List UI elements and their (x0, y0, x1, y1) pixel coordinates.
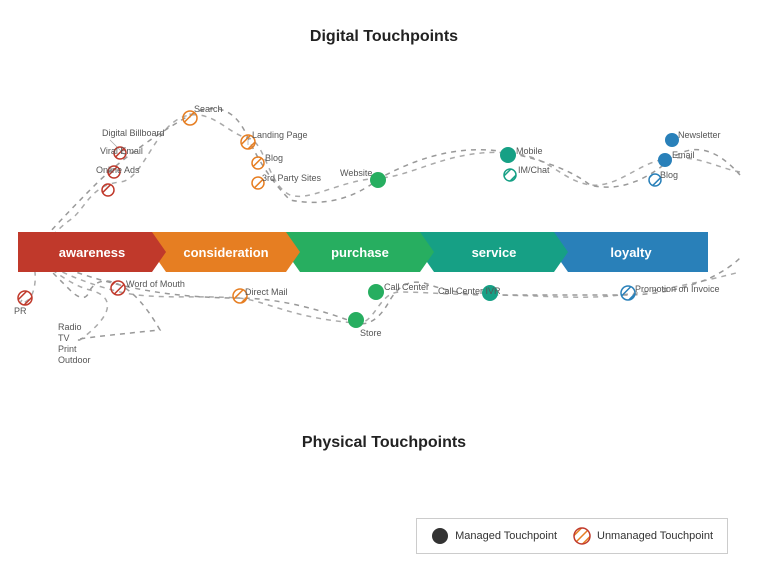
svg-text:Radio: Radio (58, 322, 82, 332)
arrow-bar: awareness consideration purchase service… (18, 232, 750, 272)
svg-text:Website: Website (340, 168, 372, 178)
svg-text:Promotion on Invoice: Promotion on Invoice (635, 284, 720, 294)
svg-text:TV: TV (58, 333, 70, 343)
managed-icon (431, 527, 449, 545)
svg-text:Blog: Blog (660, 170, 678, 180)
svg-text:Landing Page: Landing Page (252, 130, 308, 140)
legend: Managed Touchpoint Unmanaged Touchpoint (416, 518, 728, 554)
main-title: Digital Touchpoints (0, 14, 768, 46)
unmanaged-icon (573, 527, 591, 545)
svg-text:IM/Chat: IM/Chat (518, 165, 550, 175)
legend-managed: Managed Touchpoint (431, 527, 557, 545)
svg-text:Outdoor: Outdoor (58, 355, 91, 365)
svg-text:Digital Billboard: Digital Billboard (102, 128, 165, 138)
svg-text:Store: Store (360, 328, 382, 338)
legend-unmanaged: Unmanaged Touchpoint (573, 527, 713, 545)
svg-text:Call Center: Call Center (384, 282, 429, 292)
sub-title: Physical Touchpoints (0, 434, 768, 452)
svg-text:Viral Email: Viral Email (100, 146, 143, 156)
svg-text:Word of Mouth: Word of Mouth (126, 279, 185, 289)
segment-loyalty: loyalty (554, 232, 708, 272)
svg-text:3rd Party Sites: 3rd Party Sites (262, 173, 322, 183)
svg-text:Email: Email (672, 150, 695, 160)
svg-text:Newsletter: Newsletter (678, 130, 721, 140)
chart-svg: Search Digital Billboard Viral Email Onl… (0, 0, 768, 576)
svg-text:Blog: Blog (265, 153, 283, 163)
svg-text:PR: PR (14, 306, 27, 316)
segment-awareness: awareness (18, 232, 166, 272)
svg-text:Online Ads: Online Ads (96, 165, 140, 175)
segment-service: service (420, 232, 568, 272)
svg-text:Direct Mail: Direct Mail (245, 287, 288, 297)
legend-unmanaged-label: Unmanaged Touchpoint (597, 530, 713, 542)
svg-text:Search: Search (194, 104, 223, 114)
svg-text:Mobile: Mobile (516, 146, 543, 156)
legend-managed-label: Managed Touchpoint (455, 530, 557, 542)
segment-purchase: purchase (286, 232, 434, 272)
segment-consideration: consideration (152, 232, 300, 272)
svg-text:Call Center IVR: Call Center IVR (438, 286, 501, 296)
svg-text:Print: Print (58, 344, 77, 354)
